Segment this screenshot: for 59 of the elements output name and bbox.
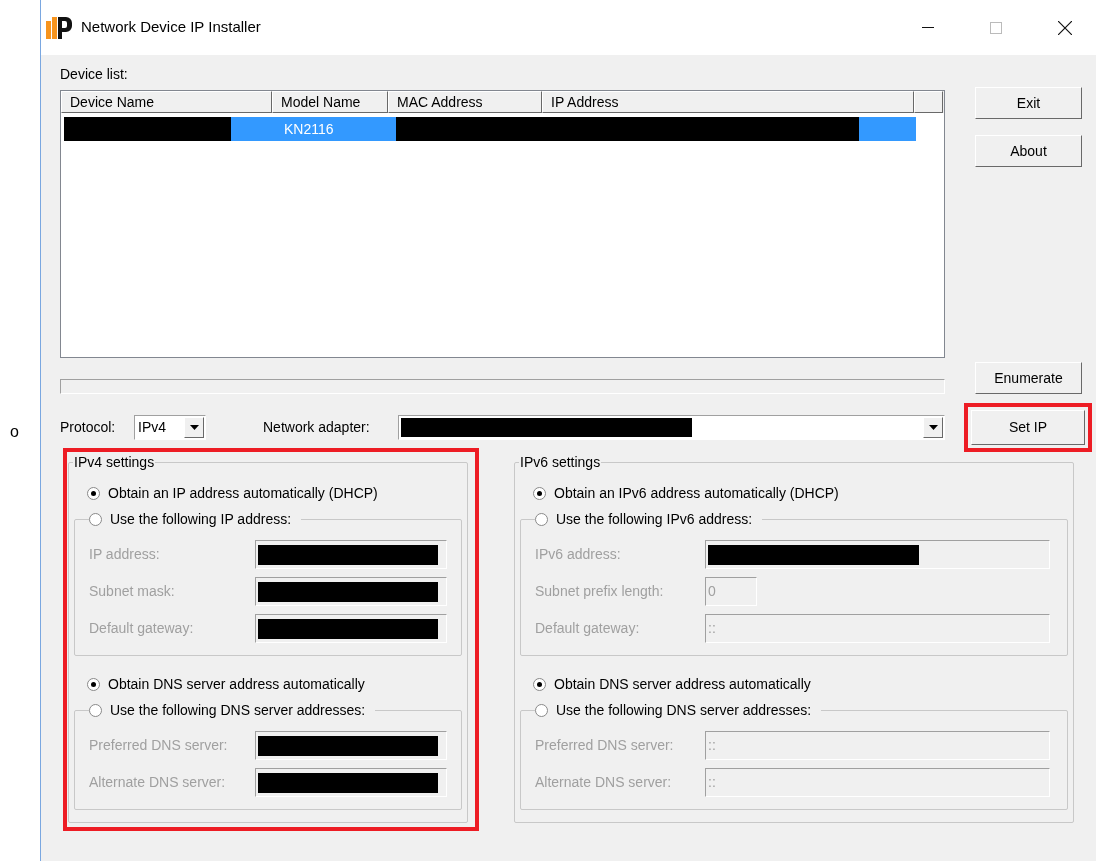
group-title: IPv4 settings: [73, 453, 156, 472]
radio-label: Use the following DNS server addresses:: [110, 701, 366, 720]
radio-label: Use the following IPv6 address:: [556, 510, 753, 529]
radio-label: Obtain DNS server address automatically: [108, 674, 365, 694]
field-value: ::: [708, 736, 716, 755]
field-label: Subnet mask:: [89, 582, 176, 601]
text-field[interactable]: [255, 768, 447, 797]
field-value: ::: [708, 619, 716, 638]
table-cell-text: KN2116: [284, 119, 334, 139]
stray-mark: o: [10, 422, 20, 442]
adapter-dropdown[interactable]: [398, 415, 945, 440]
field-label: Protocol:: [60, 418, 117, 437]
device-list[interactable]: Device Name Model Name MAC Address IP Address KN2116: [60, 90, 945, 358]
window-title: Network Device IP Installer: [81, 17, 261, 38]
protocol-dropdown[interactable]: IPv4: [134, 415, 206, 440]
radio-button[interactable]: [89, 704, 102, 717]
column-header[interactable]: Device Name: [61, 91, 272, 113]
radio-button[interactable]: [87, 677, 100, 691]
text-field[interactable]: [255, 731, 447, 760]
text-field[interactable]: [255, 614, 447, 643]
group-title: IPv6 settings: [519, 453, 602, 472]
field-label: Preferred DNS server:: [89, 736, 229, 755]
radio-button[interactable]: [89, 513, 102, 526]
field-label: Alternate DNS server:: [535, 773, 673, 792]
field-label: Alternate DNS server:: [89, 773, 227, 792]
column-header[interactable]: Model Name: [272, 91, 388, 113]
radio-button[interactable]: [533, 677, 546, 691]
field-label: IP address:: [89, 545, 161, 564]
text-field[interactable]: [255, 577, 447, 606]
push-button[interactable]: Enumerate: [975, 362, 1082, 394]
column-header[interactable]: IP Address: [542, 91, 914, 113]
radio-button[interactable]: [535, 704, 548, 717]
field-label: IPv6 address:: [535, 545, 622, 564]
radio-button[interactable]: [533, 486, 546, 500]
field-label: Preferred DNS server:: [535, 736, 675, 755]
radio-label: Obtain DNS server address automatically: [554, 674, 811, 694]
text-field[interactable]: [255, 540, 447, 569]
field-label: Default gateway:: [89, 619, 195, 638]
field-label: Default gateway:: [535, 619, 641, 638]
radio-label: Obtain an IPv6 address automatically (DHCP): [554, 483, 839, 503]
column-header[interactable]: MAC Address: [388, 91, 542, 113]
push-button[interactable]: About: [975, 135, 1082, 167]
field-value: 0: [708, 582, 716, 601]
radio-button[interactable]: [535, 513, 548, 526]
push-button[interactable]: Set IP: [971, 410, 1085, 445]
section-label: Device list:: [60, 65, 129, 82]
field-label: Network adapter:: [263, 418, 371, 437]
text-field[interactable]: [705, 540, 1050, 569]
column-header: [914, 91, 943, 113]
radio-label: Use the following DNS server addresses:: [556, 701, 812, 720]
close-icon[interactable]: [1058, 20, 1072, 35]
app-logo-icon: [46, 16, 72, 39]
field-label: Subnet prefix length:: [535, 582, 665, 601]
radio-label: Use the following IP address:: [110, 510, 292, 529]
push-button[interactable]: Exit: [975, 87, 1082, 119]
radio-label: Obtain an IP address automatically (DHCP): [108, 483, 378, 503]
minimize-icon[interactable]: [922, 26, 934, 29]
radio-button[interactable]: [87, 486, 100, 500]
field-value: ::: [708, 773, 716, 792]
